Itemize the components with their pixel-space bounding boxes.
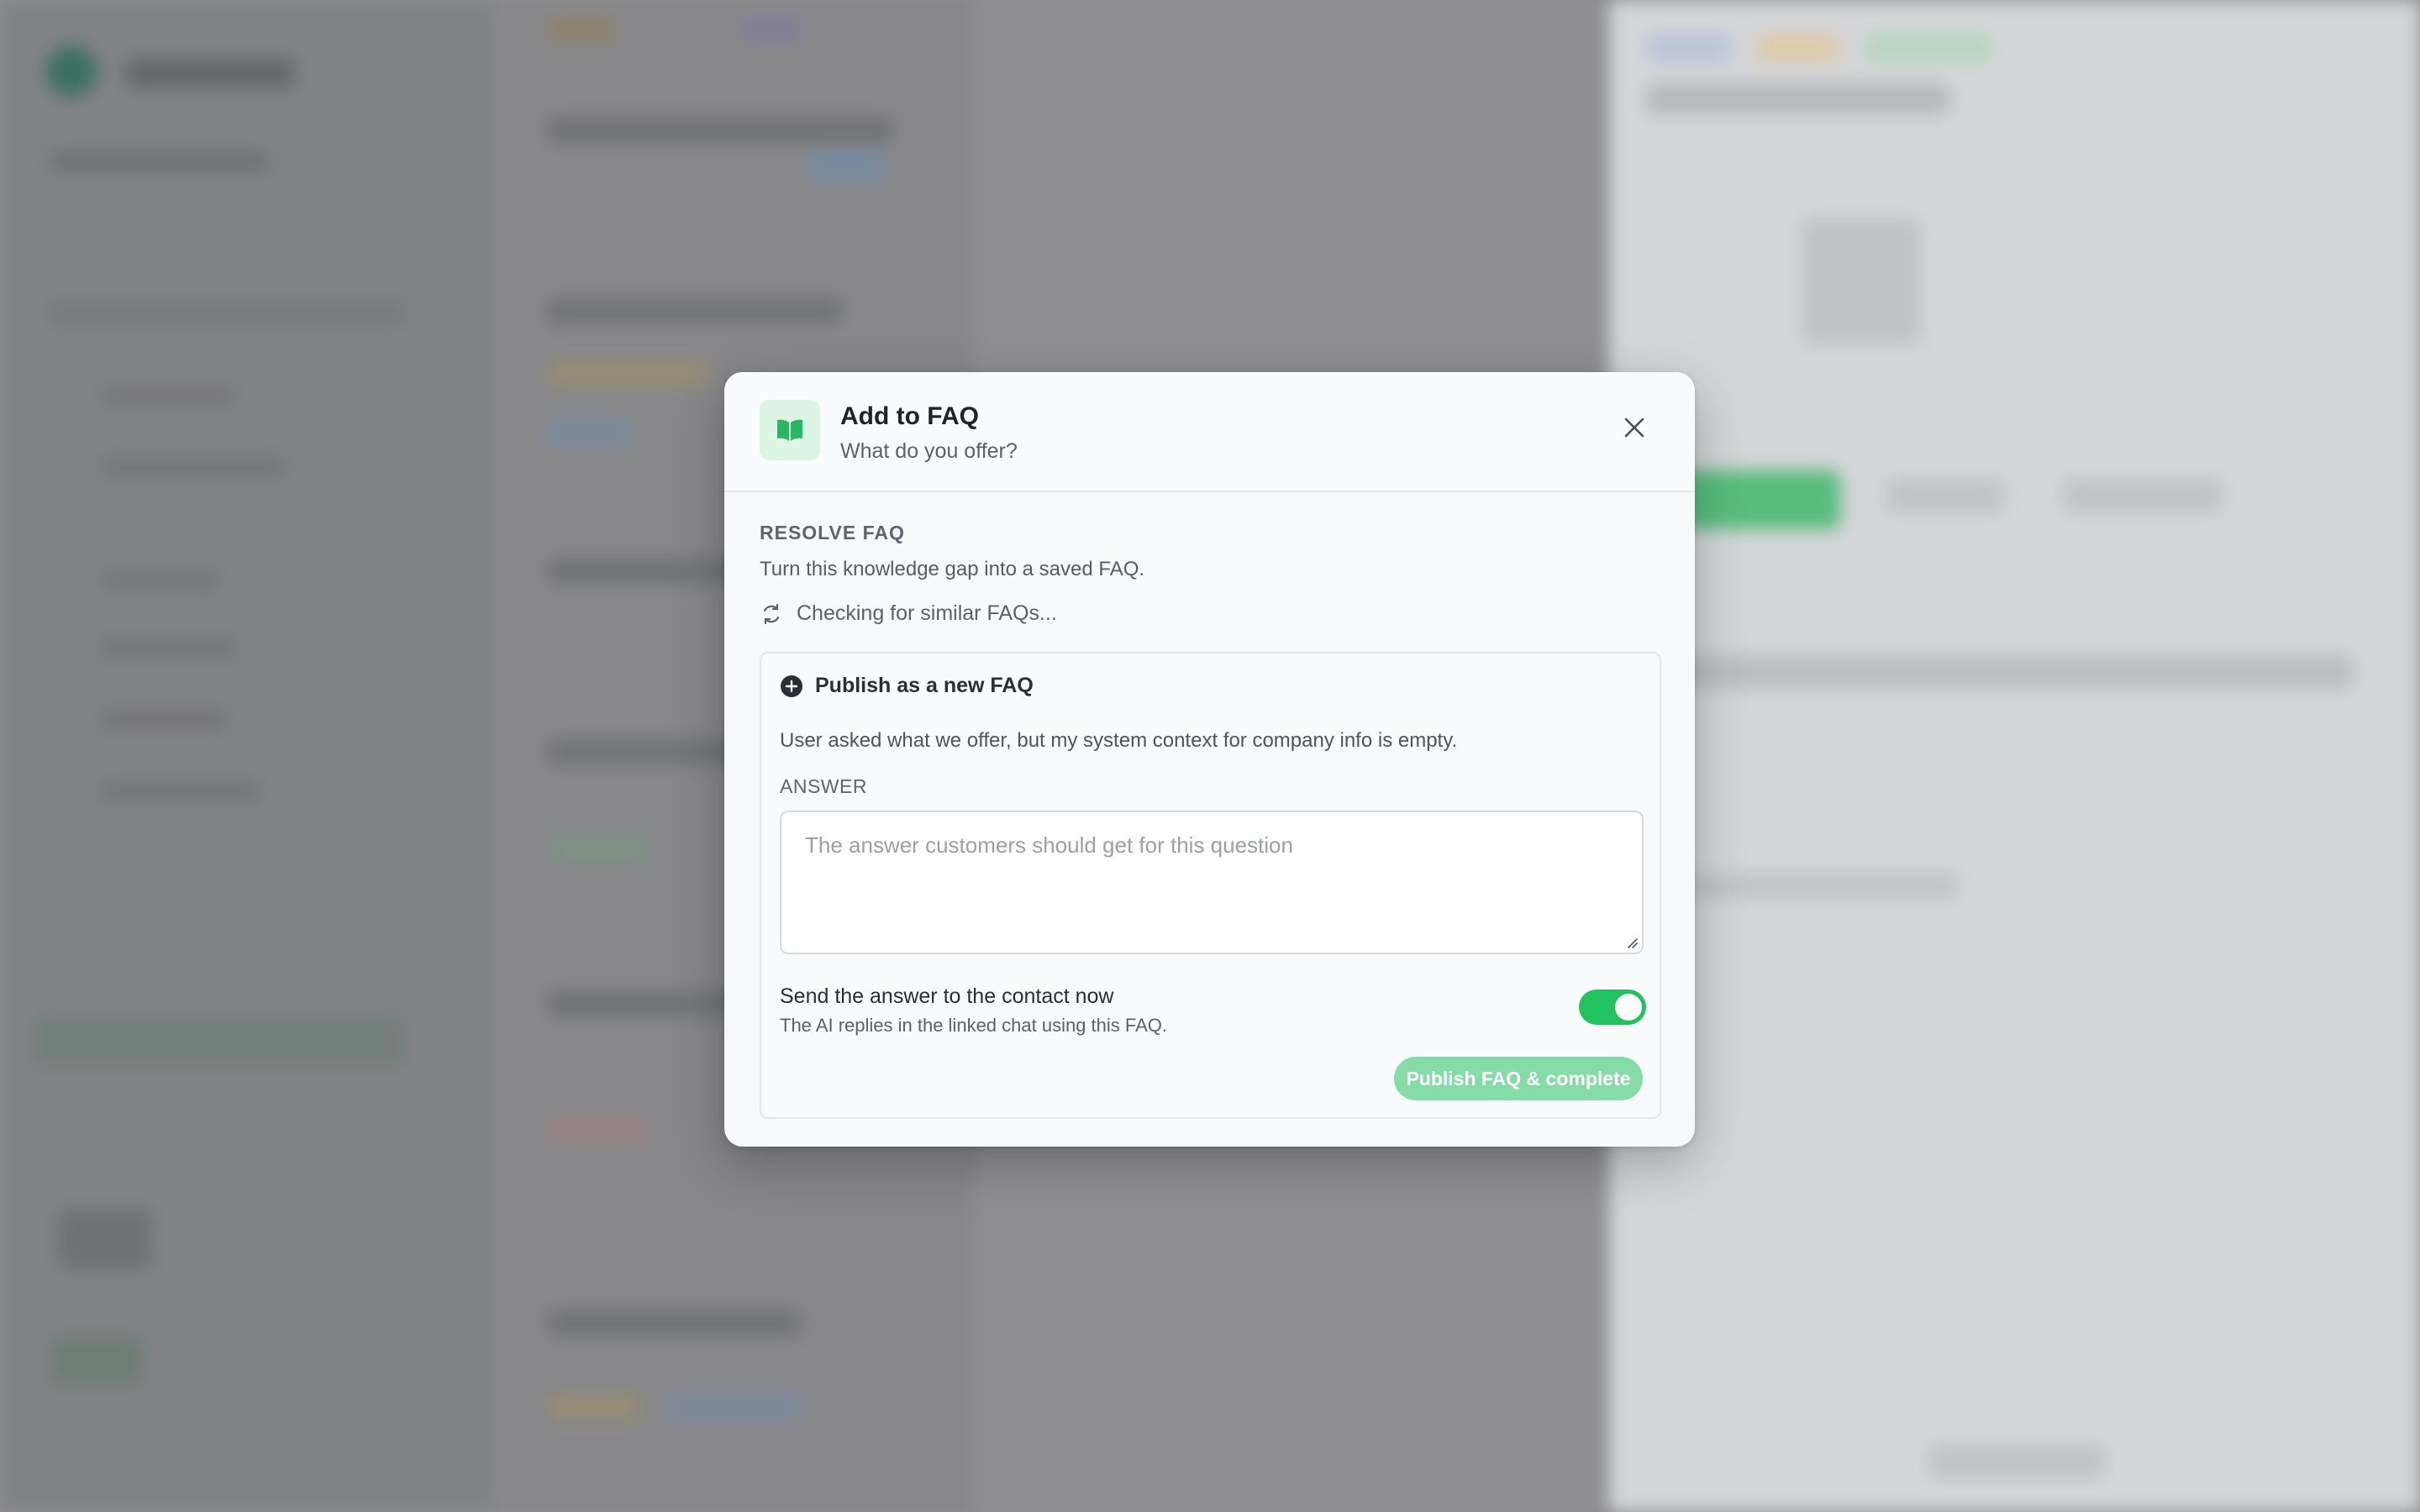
dialog-subtitle: What do you offer? — [840, 439, 1018, 463]
resolve-faq-description: Turn this knowledge gap into a saved FAQ… — [760, 558, 1145, 580]
new-faq-card: Publish as a new FAQ User asked what we … — [760, 652, 1661, 1119]
toggle-knob — [1615, 994, 1642, 1021]
checking-text: Checking for similar FAQs... — [797, 601, 1057, 625]
card-description: User asked what we offer, but my system … — [780, 729, 1458, 752]
card-header: Publish as a new FAQ — [780, 674, 1034, 698]
book-open-icon — [760, 400, 820, 460]
plus-circle-icon — [781, 675, 802, 697]
dialog-header: Add to FAQ What do you offer? — [724, 372, 1695, 492]
checking-status: Checking for similar FAQs... — [760, 601, 1057, 626]
send-now-toggle[interactable] — [1579, 990, 1646, 1025]
refresh-icon — [763, 603, 780, 624]
dialog-title: Add to FAQ — [840, 402, 979, 430]
card-title: Publish as a new FAQ — [815, 674, 1034, 697]
add-to-faq-dialog: Add to FAQ What do you offer? RESOLVE FA… — [724, 372, 1695, 1147]
publish-faq-button[interactable]: Publish FAQ & complete — [1394, 1057, 1643, 1100]
close-icon — [1624, 417, 1644, 438]
answer-input[interactable] — [780, 811, 1644, 954]
close-button[interactable] — [1618, 411, 1651, 444]
answer-label: ANSWER — [780, 775, 867, 797]
send-now-label: Send the answer to the contact now — [780, 984, 1114, 1008]
send-now-description: The AI replies in the linked chat using … — [780, 1015, 1168, 1036]
resize-handle-icon[interactable] — [1625, 936, 1639, 949]
resolve-faq-label: RESOLVE FAQ — [760, 522, 905, 543]
